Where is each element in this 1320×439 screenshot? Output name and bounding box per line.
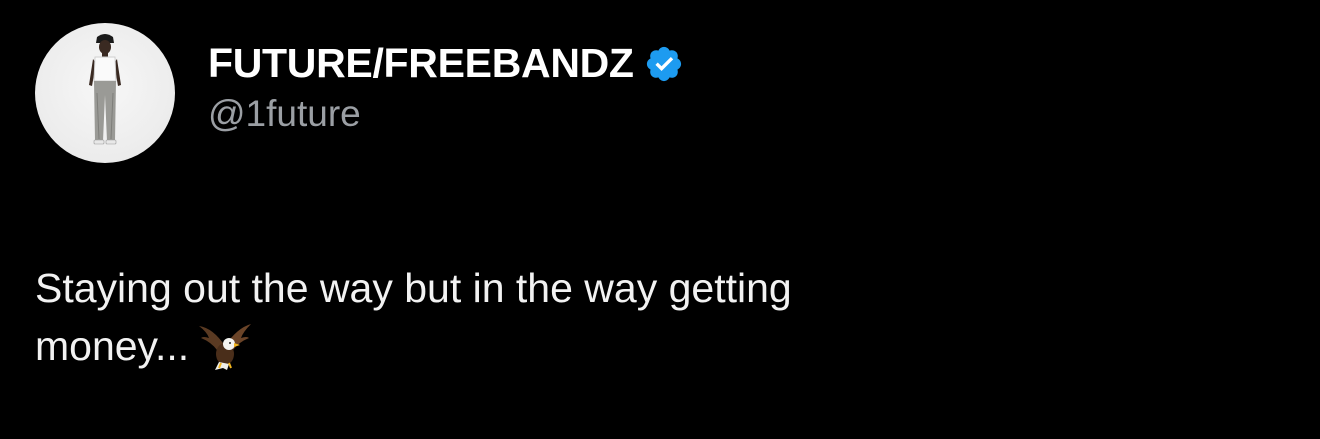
tweet-text-line-1: Staying out the way but in the way getti… [35, 265, 792, 311]
tweet-text: Staying out the way but in the way getti… [35, 259, 1285, 375]
verified-badge-icon [644, 44, 684, 84]
user-handle[interactable]: @1future [208, 94, 684, 135]
display-name-row: FUTURE/FREEBANDZ [208, 41, 684, 86]
tweet-header: FUTURE/FREEBANDZ @1future [35, 23, 684, 163]
avatar-person-figure [89, 34, 121, 145]
tweet-text-line-2-text: money... [35, 323, 190, 369]
tweet-text-line-2: money... [35, 317, 1285, 375]
eagle-emoji-icon [195, 322, 255, 372]
tweet-author: FUTURE/FREEBANDZ @1future [208, 41, 684, 135]
display-name[interactable]: FUTURE/FREEBANDZ [208, 41, 634, 86]
avatar[interactable] [35, 23, 175, 163]
tweet-card: FUTURE/FREEBANDZ @1future Staying out th… [0, 0, 1320, 439]
